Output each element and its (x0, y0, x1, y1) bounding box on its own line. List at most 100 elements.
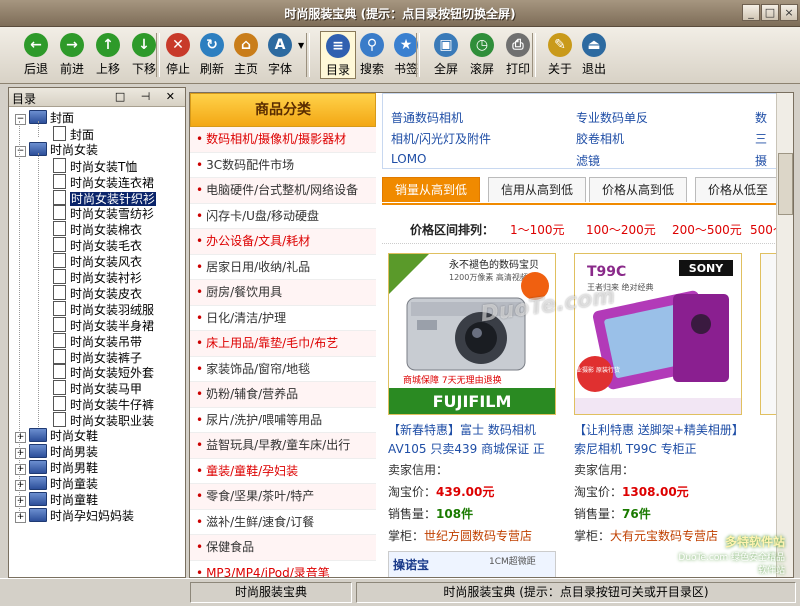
bullet-icon: • (196, 540, 204, 554)
tab-price-asc[interactable]: 价格从低至 (695, 177, 782, 202)
subcategory-link[interactable]: 摄 (755, 152, 767, 169)
toc-page-node[interactable]: 时尚女装短外套 (53, 364, 154, 380)
toolbar-button-label: 滚屏 (469, 62, 494, 76)
category-link[interactable]: • 家装饰品/窗帘/地毯 (190, 357, 376, 382)
toc-page-node[interactable]: 时尚女装风衣 (53, 253, 142, 269)
product-image[interactable]: 永不褪色的数码宝贝 1200万像素 高清视频 商城保障 7天无理由退换 FUJI… (388, 253, 556, 415)
toolbar-button-fullscreen[interactable]: ▣ 全屏 (428, 31, 464, 79)
toc-page-node[interactable]: 时尚女装半身裙 (53, 316, 154, 333)
category-link[interactable]: • 尿片/洗护/喂哺等用品 (190, 408, 376, 433)
category-label: 数码相机/摄像机/摄影器材 (206, 132, 347, 146)
category-label: 居家日用/收纳/礼品 (206, 259, 311, 274)
collapse-icon[interactable]: − (15, 114, 26, 125)
tab-sales-desc[interactable]: 销量从高到低 (382, 177, 481, 202)
product-title[interactable]: 【让利特惠 送脚架+精美相册】索尼相机 T99C 专柜正 (574, 421, 744, 459)
expand-icon[interactable]: + (15, 447, 26, 459)
price-range-link[interactable]: 1～100元 (510, 221, 565, 238)
scrollbar-thumb[interactable] (778, 153, 793, 215)
category-link[interactable]: • 益智玩具/早教/童车床/出行 (190, 433, 376, 459)
expand-icon[interactable]: + (15, 479, 26, 491)
toc-book-node[interactable]: + 时尚童装 (15, 475, 98, 492)
product-title[interactable]: 【新春特惠】富士 数码相机 AV105 只卖439 商城保证 正 (388, 421, 558, 459)
toc-page-node[interactable]: 时尚女装棉衣 (53, 221, 142, 237)
toc-page-node[interactable]: 时尚女装T恤 (53, 157, 137, 174)
shop-link[interactable]: 世纪方圆数码专营店 (424, 529, 532, 543)
toc-page-node[interactable]: 时尚女装毛衣 (53, 237, 142, 253)
content-scrollbar[interactable] (776, 93, 793, 577)
category-link[interactable]: • 奶粉/辅食/营养品 (190, 382, 376, 408)
category-link[interactable]: • 保健食品 (190, 535, 376, 561)
toolbar-button-autoscroll[interactable]: ◷ 滚屏 (464, 31, 500, 79)
toc-page-node[interactable]: 时尚女装皮衣 (53, 284, 142, 301)
promo-banner[interactable]: 操诺宝 1CM超微距 (388, 551, 556, 577)
minimize-button[interactable]: _ (742, 4, 760, 21)
toolbar-button-home[interactable]: ⌂ 主页 (228, 31, 264, 79)
toc-book-node[interactable]: − 封面 (15, 110, 74, 126)
toolbar-button-about[interactable]: ✎ 关于 (542, 31, 578, 79)
expand-icon[interactable]: + (15, 432, 26, 443)
category-link[interactable]: • 床上用品/靠垫/毛巾/布艺 (190, 331, 376, 357)
toolbar-button-search[interactable]: ⚲ 搜索 (354, 31, 390, 79)
toc-page-node[interactable]: 时尚女装裤子 (53, 348, 142, 365)
category-link[interactable]: • 电脑硬件/台式整机/网络设备 (190, 178, 376, 204)
expand-icon[interactable]: + (15, 511, 26, 523)
toolbar-button-up-arrow[interactable]: ↑ 上移 (90, 31, 126, 79)
toc-page-node[interactable]: 封面 (53, 125, 94, 142)
category-link[interactable]: • 闪存卡/U盘/移动硬盘 (190, 204, 376, 229)
toolbar-button-forward-arrow[interactable]: → 前进 (54, 31, 90, 79)
toc-book-node[interactable]: − 时尚女装 (15, 141, 98, 158)
subcategory-link[interactable]: 相机/闪光灯及附件 (391, 130, 491, 147)
category-link[interactable]: • 厨房/餐饮用具 (190, 280, 376, 306)
toc-page-node[interactable]: 时尚女装衬衫 (53, 269, 142, 285)
subcategory-link[interactable]: 三 (755, 130, 767, 147)
toc-book-node[interactable]: + 时尚男装 (15, 443, 98, 460)
price-range-link[interactable]: 100～200元 (586, 221, 656, 238)
subcategory-link[interactable]: 胶卷相机 (576, 130, 624, 147)
toc-page-node[interactable]: 时尚女装羽绒服 (53, 300, 154, 317)
toc-page-node[interactable]: 时尚女装马甲 (53, 380, 142, 396)
toc-page-node[interactable]: 时尚女装连衣裙 (53, 173, 154, 190)
maximize-button[interactable]: □ (761, 4, 779, 21)
price-range-link[interactable]: 200～500元 (672, 221, 742, 238)
toc-page-node[interactable]: 时尚女装针织衫 (53, 189, 157, 206)
product-image[interactable]: T99C 王者归来 绝对经典 SONY 专业摄影 原装行货 (574, 253, 742, 415)
toc-page-node[interactable]: 时尚女装牛仔裤 (53, 396, 154, 412)
toc-page-node[interactable]: 时尚女装雪纺衫 (53, 205, 154, 221)
category-link[interactable]: • 童装/童鞋/孕妇装 (190, 459, 376, 484)
toc-page-node[interactable]: 时尚女装职业装 (53, 412, 154, 428)
toc-panel-buttons[interactable]: □ ⊣ ✕ (115, 90, 181, 103)
expand-icon[interactable]: + (15, 463, 26, 475)
toolbar-button-stop[interactable]: ✕ 停止 (160, 31, 196, 79)
toolbar-button-label: 退出 (581, 62, 606, 76)
toolbar-button-back-arrow[interactable]: ← 后退 (18, 31, 54, 79)
toc-book-node[interactable]: + 时尚女鞋 (15, 428, 98, 444)
collapse-icon[interactable]: − (15, 145, 26, 157)
subcategory-link[interactable]: 滤镜 (576, 152, 600, 169)
close-button[interactable]: × (780, 4, 798, 21)
toolbar-button-refresh[interactable]: ↻ 刷新 (194, 31, 230, 79)
toc-page-node[interactable]: 时尚女装吊带 (53, 332, 142, 349)
toolbar-button-printer[interactable]: ⎙ 打印 (500, 31, 536, 79)
tab-price-desc[interactable]: 价格从高到低 (589, 177, 688, 202)
category-link[interactable]: • MP3/MP4/iPod/录音笔 (190, 561, 376, 578)
category-link[interactable]: • 3C数码配件市场 (190, 153, 376, 178)
subcategory-link[interactable]: 专业数码单反 (576, 109, 648, 126)
toc-book-node[interactable]: + 时尚童鞋 (15, 491, 98, 508)
subcategory-link[interactable]: LOMO (391, 152, 427, 166)
subcategory-link[interactable]: 数 (755, 109, 767, 126)
toc-book-node[interactable]: + 时尚男鞋 (15, 459, 98, 476)
subcategory-link[interactable]: 普通数码相机 (391, 109, 463, 126)
font-dropdown-arrow-icon[interactable]: ▼ (298, 41, 304, 50)
toolbar-button-contents[interactable]: ≡ 目录 (320, 31, 356, 79)
category-link[interactable]: • 办公设备/文具/耗材 (190, 229, 376, 255)
expand-icon[interactable]: + (15, 495, 26, 507)
category-link[interactable]: • 零食/坚果/茶叶/特产 (190, 484, 376, 510)
category-link[interactable]: • 数码相机/摄像机/摄影器材 (190, 127, 376, 153)
category-link[interactable]: • 居家日用/收纳/礼品 (190, 255, 376, 280)
toolbar-button-exit[interactable]: ⏏ 退出 (576, 31, 612, 79)
category-link[interactable]: • 滋补/生鲜/速食/订餐 (190, 510, 376, 535)
toc-book-node[interactable]: + 时尚孕妇妈妈装 (15, 507, 134, 524)
category-link[interactable]: • 日化/清洁/护理 (190, 306, 376, 331)
toolbar-button-font[interactable]: A 字体 (262, 31, 298, 79)
tab-credit-desc[interactable]: 信用从高到低 (488, 177, 587, 202)
